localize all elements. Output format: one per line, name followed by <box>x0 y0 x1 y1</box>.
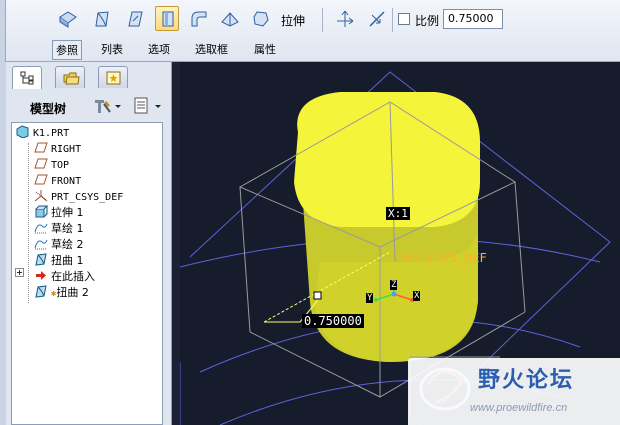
tree-item-insert-here[interactable]: 在此插入 <box>34 269 95 284</box>
transform-tool-button[interactable] <box>248 6 272 31</box>
slideup-tab-properties[interactable]: 属性 <box>251 40 279 58</box>
z-axis-label: Z <box>390 280 398 290</box>
ratio-label: 比例 <box>415 14 440 28</box>
slideup-tab-references[interactable]: 参照 <box>52 40 82 60</box>
watermark-url: www.proewildfire.cn <box>470 402 568 414</box>
favorites-icon <box>106 71 121 85</box>
ratio-dimension-value[interactable]: 0.750000 <box>302 314 364 328</box>
model-tree: K1.PRT RIGHT TOP FRONT PRT_CSYS_DEF 拉伸 1… <box>11 122 163 425</box>
ratio-value-input[interactable]: 0.75000 <box>443 9 503 29</box>
tree-item-csys[interactable]: PRT_CSYS_DEF <box>34 189 123 204</box>
tree-item-sketch-2[interactable]: 草绘 2 <box>34 237 84 252</box>
datum-plane-icon <box>34 158 48 169</box>
tree-item-extrude-1[interactable]: 拉伸 1 <box>34 205 84 220</box>
y-axis-label: Y <box>366 293 374 303</box>
tools-dropdown-icon <box>95 100 121 113</box>
x-axis-label: X <box>413 291 421 301</box>
extrude-icon <box>35 205 48 218</box>
feature-type-label: 拉伸 <box>281 14 306 28</box>
list-dropdown-icon <box>134 97 161 114</box>
tree-item-warp-1[interactable]: 扭曲 1 <box>34 253 84 268</box>
twist-icon <box>128 11 143 27</box>
csys-icon <box>34 190 48 202</box>
navigator-edge <box>0 62 6 425</box>
slideup-tab-list[interactable]: 列表 <box>98 40 126 58</box>
tree-connector-line <box>28 143 29 303</box>
toroidal-bend-tool-button[interactable] <box>55 6 79 31</box>
graphics-window[interactable]: X:1 PRT_CSYS_DEF Y Z X 0.750000 野火论坛 www… <box>180 62 620 425</box>
spinal-bend-icon <box>95 11 109 27</box>
model-tree-title: 模型树 <box>30 102 67 116</box>
spinal-bend-tool-button[interactable] <box>89 6 113 31</box>
sketch-icon <box>34 239 48 250</box>
tree-show-button[interactable] <box>132 96 166 116</box>
sketch-icon <box>34 223 48 234</box>
navigator-panel: 模型树 K1.PRT RIGHT TOP FRONT PRT_CSYS_DEF … <box>0 62 172 425</box>
bend-icon <box>191 11 207 27</box>
transform-icon <box>253 11 269 27</box>
sculpt-tool-button[interactable] <box>217 6 241 31</box>
folder-browser-tab[interactable] <box>55 66 85 88</box>
tree-item-front[interactable]: FRONT <box>34 173 81 188</box>
folder-icon <box>63 72 80 85</box>
tree-item-sketch-1[interactable]: 草绘 1 <box>34 221 84 236</box>
part-icon <box>16 125 29 138</box>
stretch-direction-icon <box>337 10 354 27</box>
datum-plane-icon <box>34 174 48 185</box>
warp-stretch-icon <box>162 11 174 27</box>
dimension-tag: X:1 <box>386 207 410 220</box>
warp-stretch-tool-button[interactable] <box>155 6 179 31</box>
tree-item-top[interactable]: TOP <box>34 157 69 172</box>
tree-item-part[interactable]: K1.PRT <box>16 125 69 140</box>
flip-direction-icon <box>369 11 385 27</box>
tree-settings-button[interactable] <box>92 96 126 116</box>
watermark-name: 野火论坛 <box>478 368 575 393</box>
csys-label: PRT_CSYS_DEF <box>400 251 487 265</box>
warp-icon <box>35 253 47 266</box>
datum-plane-icon <box>34 142 48 153</box>
watermark: 野火论坛 www.proewildfire.cn <box>408 358 620 425</box>
twist-tool-button[interactable] <box>122 6 146 31</box>
expand-toggle[interactable] <box>15 268 24 277</box>
ratio-checkbox[interactable] <box>398 13 410 25</box>
toroidal-bend-icon <box>59 11 77 28</box>
toolbar-separator <box>322 8 323 32</box>
bend-tool-button[interactable] <box>186 6 210 31</box>
sculpt-icon <box>221 12 239 27</box>
drag-handle[interactable] <box>313 291 322 300</box>
slideup-tab-options[interactable]: 选项 <box>145 40 173 58</box>
model-tree-tab[interactable] <box>12 66 42 89</box>
tree-item-warp-2[interactable]: ✱扭曲 2 <box>34 285 89 300</box>
dashboard-grip[interactable] <box>0 0 6 62</box>
slideup-tab-selection-box[interactable]: 选取框 <box>192 40 231 58</box>
stretch-direction-button[interactable] <box>332 6 356 31</box>
warp-dashboard: 拉伸 比例 0.75000 参照 列表 选项 选取框 属性 <box>0 0 620 62</box>
flip-direction-button[interactable] <box>364 6 388 31</box>
insert-here-arrow-icon <box>36 271 46 280</box>
model-tree-icon <box>20 71 34 85</box>
warp-icon <box>35 285 47 298</box>
favorites-tab[interactable] <box>98 66 128 88</box>
toolbar-separator <box>392 8 393 32</box>
tree-item-right[interactable]: RIGHT <box>34 141 81 156</box>
